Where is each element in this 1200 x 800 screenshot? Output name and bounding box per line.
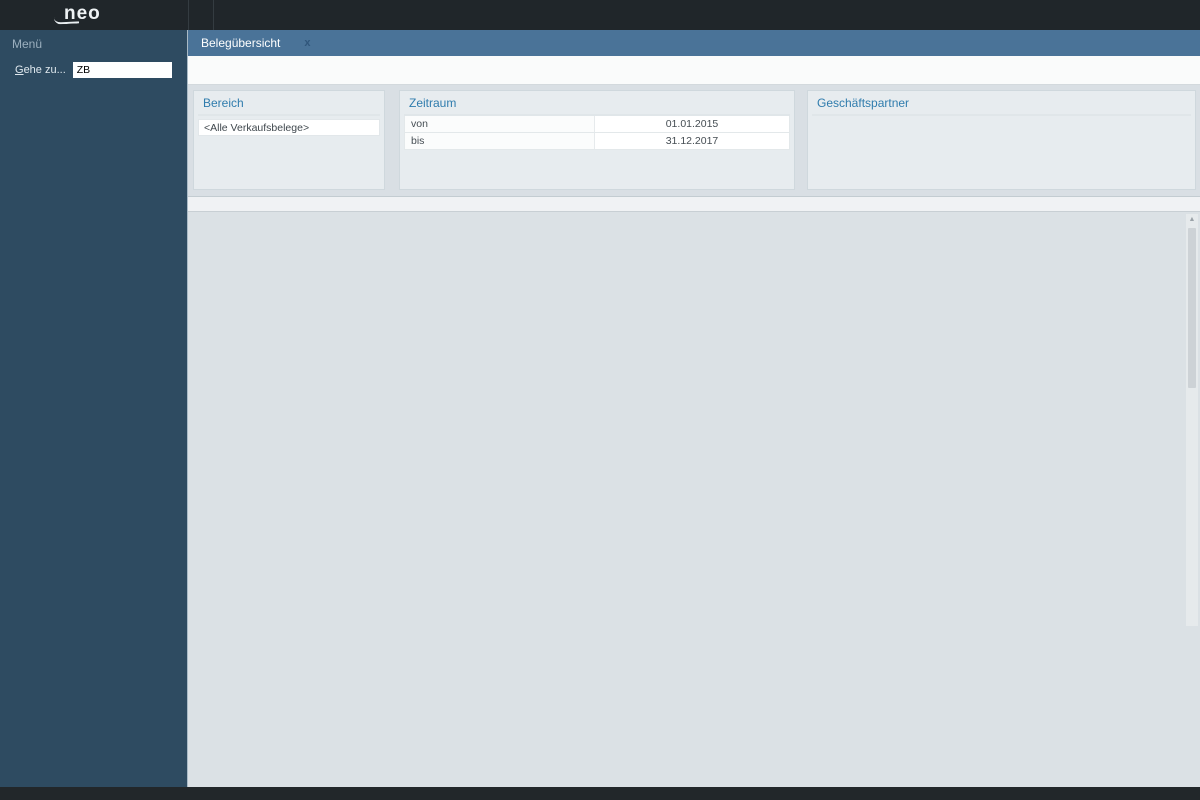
document-tab-title[interactable]: Belegübersicht (201, 36, 280, 50)
sidebar-title: Menü (12, 37, 43, 51)
date-to-label: bis (405, 133, 595, 149)
panel-zeitraum-title: Zeitraum (409, 96, 457, 110)
tab-close-icon[interactable]: x (304, 37, 310, 49)
date-to-row: bis 31.12.2017 (404, 133, 790, 150)
panel-bereich: Bereich <Alle Verkaufsbelege> (193, 90, 385, 190)
goto-row: Gehe zu... (0, 60, 187, 80)
goto-label: Gehe zu... (15, 64, 66, 76)
goto-input[interactable] (72, 62, 172, 78)
bereich-options (198, 114, 380, 116)
scrollbar-thumb[interactable] (1188, 228, 1196, 388)
belegart-combobox[interactable]: <Alle Verkaufsbelege> (198, 119, 380, 136)
date-from-row: von 01.01.2015 (404, 116, 790, 133)
tab-strip (188, 56, 1200, 85)
panel-geschaeftspartner: Geschäftspartner (807, 90, 1196, 190)
date-from-field[interactable]: 01.01.2015 (595, 116, 789, 132)
sidebar-header: Menü (0, 30, 187, 52)
date-to-field[interactable]: 31.12.2017 (595, 133, 789, 149)
scroll-up-icon[interactable]: ▲ (1189, 216, 1196, 223)
sidebar: Menü Gehe zu... (0, 30, 187, 787)
filter-section: Bereich <Alle Verkaufsbelege> Zeitraum v… (188, 85, 1200, 196)
grid-header (188, 197, 1200, 212)
panel-geschaeftspartner-title: Geschäftspartner (817, 96, 910, 110)
panel-zeitraum: Zeitraum von 01.01.2015 bis 31.12.2017 (399, 90, 795, 190)
status-bar (0, 787, 1200, 800)
app-logo: neo (64, 3, 101, 24)
title-bar: neo (0, 0, 1200, 30)
document-tab-bar: Belegübersicht x (188, 30, 1200, 56)
vertical-scrollbar[interactable]: ▲ (1186, 214, 1198, 626)
toolbar (188, 0, 214, 30)
pin-icon[interactable] (166, 39, 177, 50)
data-grid: ▲ (188, 196, 1200, 787)
date-from-label: von (405, 116, 595, 132)
geschaeftspartner-options (812, 114, 1191, 116)
main-area: Belegübersicht x Bereich <Alle Verkaufsb… (187, 30, 1200, 787)
panel-bereich-title: Bereich (203, 96, 244, 110)
